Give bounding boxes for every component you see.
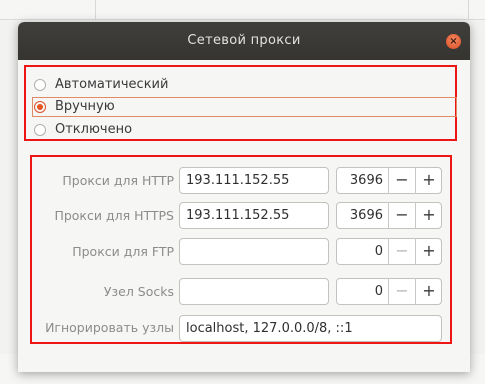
ignore-hosts-label: Игнорировать узлы — [45, 320, 174, 335]
socks-port-increment-button[interactable]: + — [415, 278, 442, 305]
radio-label: Вручную — [55, 99, 115, 114]
network-proxy-dialog: Сетевой прокси × Автоматический Вручную … — [18, 22, 470, 372]
dialog-title: Сетевой прокси — [187, 33, 301, 48]
https-proxy-label: Прокси для HTTPS — [54, 208, 174, 223]
radio-label: Отключено — [55, 122, 133, 137]
background-toolbar — [0, 0, 485, 20]
http-port-value[interactable]: 3696 — [337, 168, 383, 193]
radio-button[interactable] — [34, 124, 46, 136]
http-host-input[interactable]: 193.111.152.55 — [179, 167, 329, 194]
http-proxy-label: Прокси для HTTP — [62, 173, 174, 188]
ftp-host-input[interactable] — [179, 238, 329, 265]
dialog-titlebar: Сетевой прокси × — [18, 22, 470, 60]
https-port-value[interactable]: 3696 — [337, 203, 383, 228]
socks-host-input[interactable] — [179, 278, 329, 305]
socks-port-spinner: 0 − + — [336, 278, 442, 305]
socks-port-decrement-button[interactable]: − — [388, 278, 415, 305]
ignore-hosts-input[interactable]: localhost, 127.0.0.0/8, ::1 — [179, 315, 442, 342]
close-icon[interactable]: × — [446, 34, 461, 49]
https-port-spinner: 3696 − + — [336, 202, 442, 229]
radio-button-selected[interactable] — [34, 101, 46, 113]
socks-host-label: Узел Socks — [103, 284, 174, 299]
ftp-proxy-label: Прокси для FTP — [72, 244, 174, 259]
http-port-decrement-button[interactable]: − — [388, 167, 415, 194]
radio-label: Автоматический — [55, 77, 169, 92]
https-host-input[interactable]: 193.111.152.55 — [179, 202, 329, 229]
background-divider — [95, 0, 96, 20]
radio-button[interactable] — [34, 79, 46, 91]
ftp-port-increment-button[interactable]: + — [415, 238, 442, 265]
https-port-decrement-button[interactable]: − — [388, 202, 415, 229]
ftp-port-value[interactable]: 0 — [337, 239, 383, 264]
https-port-increment-button[interactable]: + — [415, 202, 442, 229]
http-port-spinner: 3696 − + — [336, 167, 442, 194]
ftp-port-spinner: 0 − + — [336, 238, 442, 265]
socks-port-value[interactable]: 0 — [337, 279, 383, 304]
http-port-increment-button[interactable]: + — [415, 167, 442, 194]
background-divider — [468, 0, 469, 20]
ftp-port-decrement-button[interactable]: − — [388, 238, 415, 265]
